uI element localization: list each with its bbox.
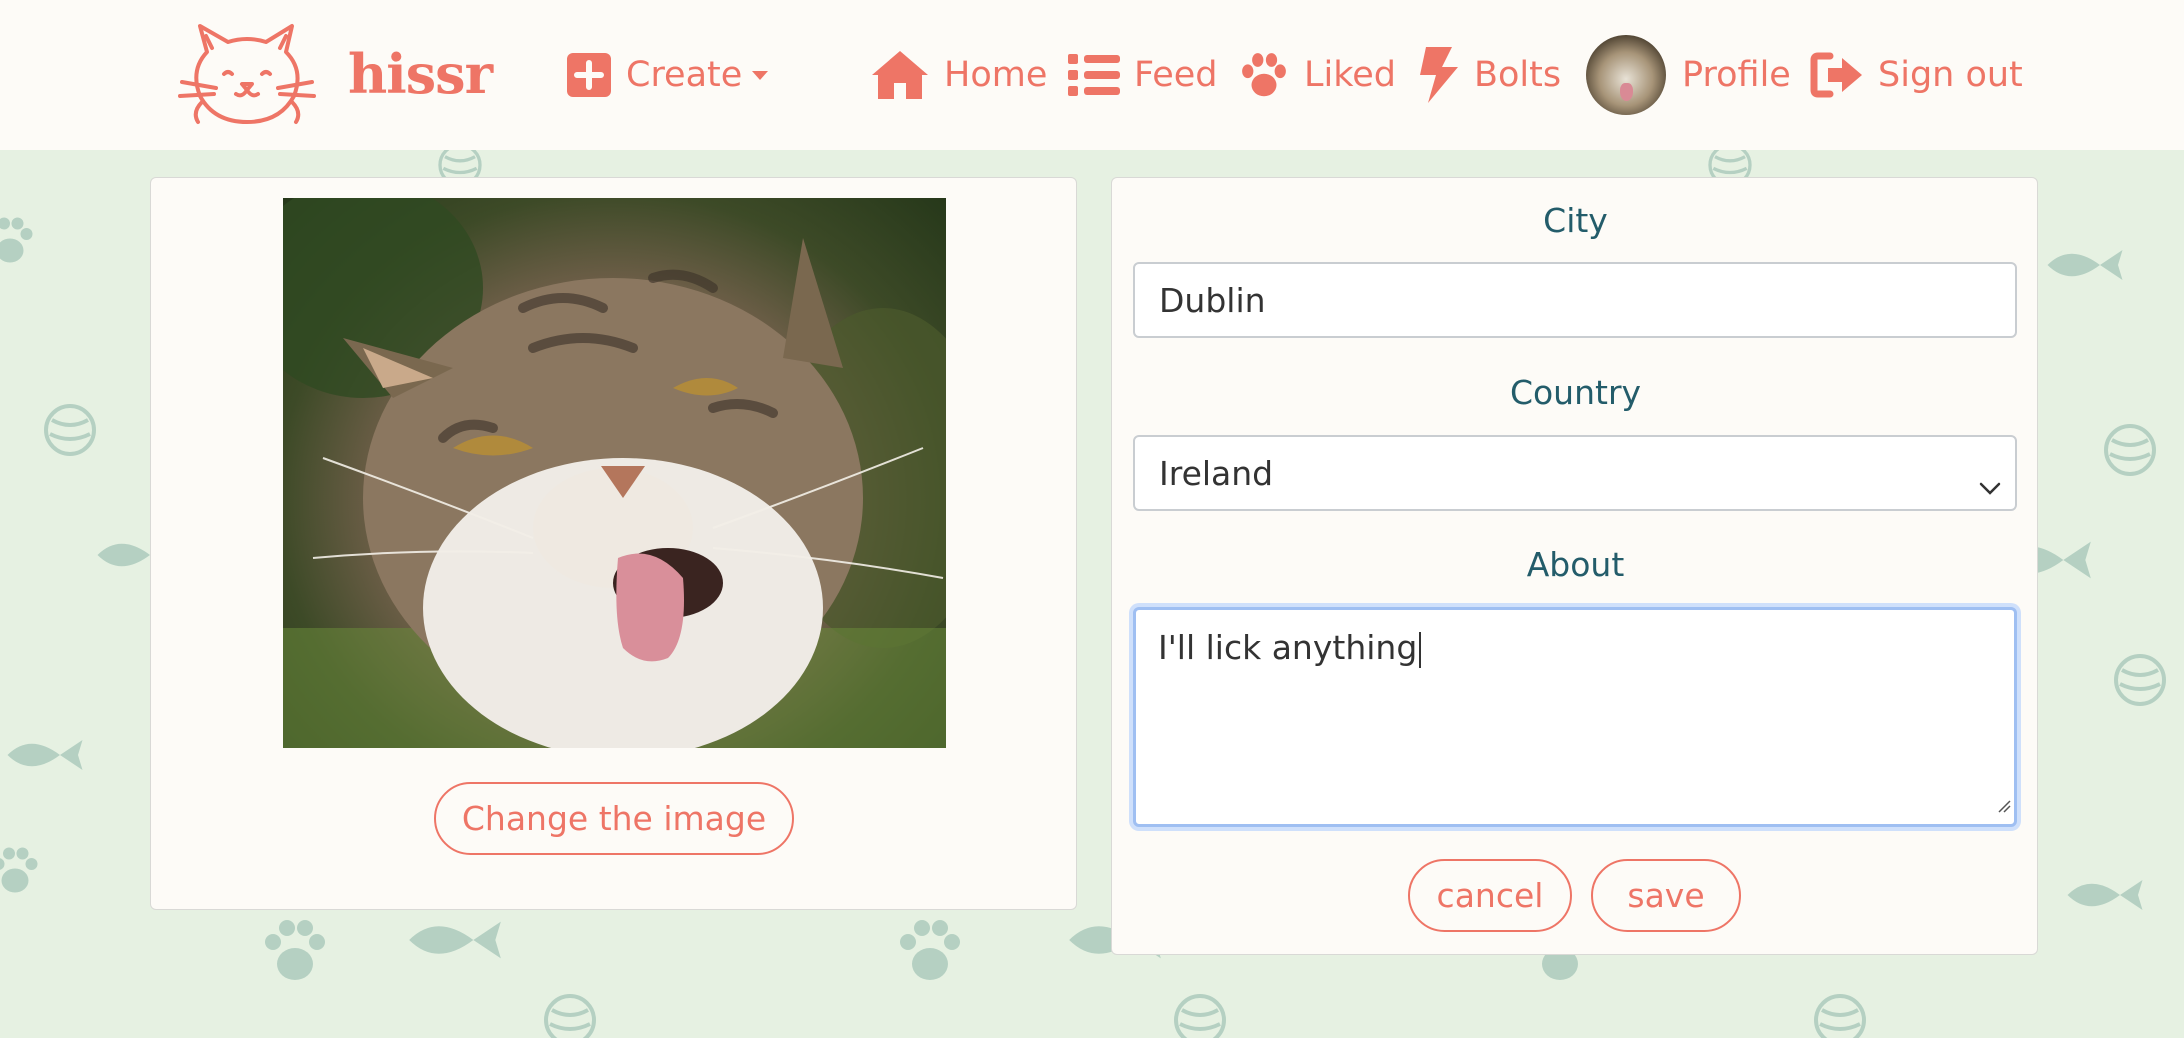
image-card: Change the image [150,177,1077,910]
country-select[interactable]: Ireland [1133,435,2017,511]
cancel-button[interactable]: cancel [1408,859,1572,932]
navbar: hissr Create Home Feed Liked Bolts Profi… [0,0,2184,150]
about-textarea[interactable]: I'll lick anything [1133,607,2017,827]
yarn-ball-icon [2104,424,2156,476]
paw-icon [1238,50,1290,100]
city-value: Dublin [1159,280,1266,320]
country-label: Country [1509,373,1642,412]
house-icon [870,49,930,101]
yarn-ball-icon [544,994,596,1038]
save-button[interactable]: save [1591,859,1741,932]
nav-bolts-label: Bolts [1474,55,1562,95]
brand-name: hissr [348,42,493,106]
bolt-icon [1418,47,1460,103]
fish-icon [2047,250,2123,280]
nav-feed-label: Feed [1134,55,1218,95]
yarn-ball-icon [1814,994,1866,1038]
yarn-ball-icon [2114,654,2166,706]
city-label: City [1543,201,1608,240]
list-icon [1068,52,1120,98]
nav-profile[interactable]: Profile [1586,0,1791,150]
nav-home[interactable]: Home [870,0,1047,150]
about-label: About [1526,545,1625,584]
paw-icon [0,847,38,893]
resize-grip-icon[interactable] [1995,782,2011,821]
nav-bolts[interactable]: Bolts [1418,0,1561,150]
nav-sign-out-label: Sign out [1878,55,2023,95]
nav-create-label: Create [626,55,743,95]
brand-link[interactable]: hissr [162,22,493,126]
nav-create-dropdown[interactable]: Create [566,0,769,150]
country-value: Ireland [1159,453,1274,493]
change-image-button[interactable]: Change the image [434,782,794,855]
yarn-ball-icon [44,404,96,456]
plus-square-icon [566,52,612,98]
text-cursor [1419,631,1422,668]
nav-home-label: Home [944,55,1048,95]
yarn-ball-icon [1174,994,1226,1038]
paw-icon [265,920,325,980]
paw-icon [0,217,33,263]
nav-sign-out[interactable]: Sign out [1810,0,2023,150]
nav-liked[interactable]: Liked [1238,0,1396,150]
chevron-down-icon [1979,465,2001,504]
nav-profile-label: Profile [1682,55,1791,95]
cat-face-icon [178,24,316,124]
fish-icon [2067,880,2143,910]
sign-out-icon [1810,50,1864,100]
nav-liked-label: Liked [1304,55,1396,95]
fish-icon [409,921,501,959]
city-input[interactable]: Dublin [1133,262,2017,338]
avatar [1586,35,1666,115]
about-value: I'll lick anything [1158,628,1418,667]
paw-icon [900,920,960,980]
fish-icon [7,740,83,770]
profile-edit-form: City Dublin Country Ireland About I'll l… [1111,177,2038,955]
nav-feed[interactable]: Feed [1068,0,1218,150]
profile-photo [283,198,946,748]
chevron-down-icon [752,70,769,80]
